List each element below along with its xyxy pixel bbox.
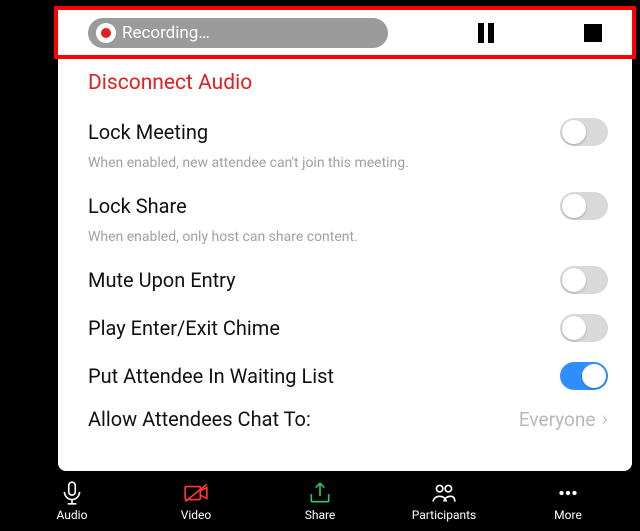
video-off-icon [183,480,209,506]
video-button[interactable]: Video [151,480,241,522]
recording-indicator[interactable]: Recording… [88,18,388,48]
chime-label: Play Enter/Exit Chime [88,316,280,340]
mute-upon-entry-label: Mute Upon Entry [88,268,236,292]
audio-button[interactable]: Audio [27,480,117,522]
lock-share-desc: When enabled, only host can share conten… [88,229,608,245]
lock-meeting-row: Lock Meeting [88,111,608,153]
more-label: More [554,508,582,522]
pause-icon [488,23,494,43]
stop-recording-button[interactable] [584,24,602,42]
chime-toggle[interactable] [560,314,608,342]
more-icon [555,480,581,506]
recording-label: Recording… [122,23,210,43]
waiting-list-label: Put Attendee In Waiting List [88,364,334,388]
chevron-right-icon: › [601,407,608,432]
more-options-panel: Disconnect Audio Lock Meeting When enabl… [58,55,632,471]
disconnect-audio-button[interactable]: Disconnect Audio [88,71,608,95]
video-label: Video [181,508,212,522]
lock-meeting-desc: When enabled, new attendee can't join th… [88,155,608,171]
participants-icon [431,480,457,506]
more-button[interactable]: More [523,480,613,522]
share-label: Share [305,508,336,522]
lock-meeting-label: Lock Meeting [88,120,208,144]
chime-row: Play Enter/Exit Chime [88,307,608,349]
share-icon [307,480,333,506]
microphone-icon [59,480,85,506]
pause-recording-button[interactable] [478,23,494,43]
lock-meeting-toggle[interactable] [560,118,608,146]
recording-icon [96,23,116,43]
allow-chat-value-wrap: Everyone › [519,407,608,432]
participants-label: Participants [412,508,476,522]
participants-button[interactable]: Participants [399,480,489,522]
share-button[interactable]: Share [275,480,365,522]
allow-chat-row[interactable]: Allow Attendees Chat To: Everyone › [88,397,608,441]
allow-chat-value: Everyone [519,408,596,431]
lock-share-row: Lock Share [88,185,608,227]
bottom-toolbar: Audio Video Share Participants [0,471,640,531]
waiting-list-row: Put Attendee In Waiting List [88,355,608,397]
waiting-list-toggle[interactable] [560,362,608,390]
meeting-top-bar: Recording… [58,10,632,55]
allow-chat-label: Allow Attendees Chat To: [88,407,311,431]
pause-icon [478,23,484,43]
audio-label: Audio [57,508,88,522]
lock-share-label: Lock Share [88,194,187,218]
mute-upon-entry-row: Mute Upon Entry [88,259,608,301]
lock-share-toggle[interactable] [560,192,608,220]
mute-upon-entry-toggle[interactable] [560,266,608,294]
